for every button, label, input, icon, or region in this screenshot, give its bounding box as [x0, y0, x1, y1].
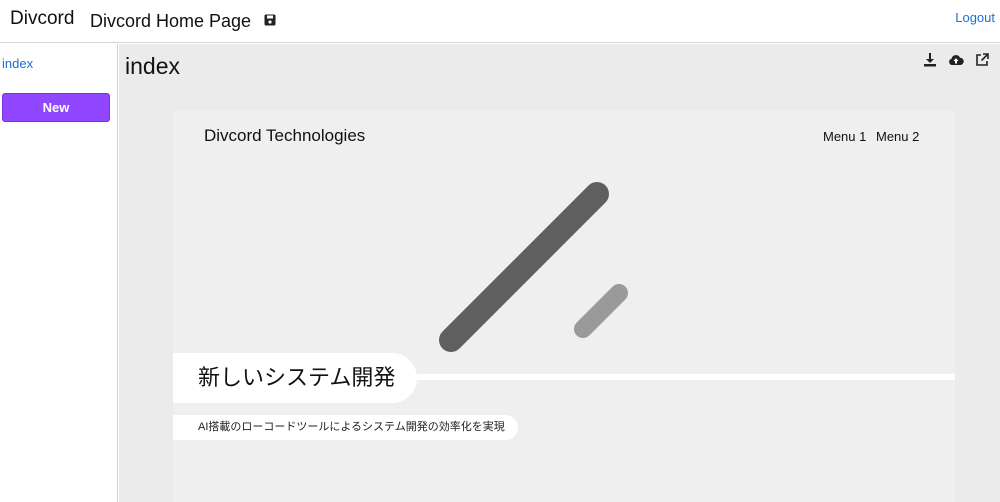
external-link-icon[interactable]	[974, 52, 990, 68]
sidebar: index New	[0, 44, 118, 502]
hero-illustration	[439, 182, 628, 352]
editor-canvas: index Divcord Technologies Menu 1 Menu 2…	[119, 44, 1000, 502]
logout-link[interactable]: Logout	[955, 10, 995, 25]
hero-title: 新しいシステム開発	[173, 353, 418, 403]
download-icon[interactable]	[922, 52, 938, 68]
page-preview[interactable]: Divcord Technologies Menu 1 Menu 2 新しいシス…	[173, 110, 955, 502]
sidebar-item-index[interactable]: index	[2, 56, 33, 71]
new-page-button[interactable]: New	[2, 93, 110, 122]
preview-menu-item-2[interactable]: Menu 2	[876, 129, 919, 144]
cloud-upload-icon[interactable]	[948, 52, 964, 68]
hero-subtitle: AI搭載のローコードツールによるシステム開発の効率化を実現	[173, 415, 518, 440]
app-brand: Divcord	[10, 8, 75, 29]
top-bar: Divcord Divcord Home Page Logout	[0, 0, 1000, 43]
preview-menu-item-1[interactable]: Menu 1	[823, 129, 866, 144]
save-icon[interactable]	[264, 13, 276, 26]
page-title: Divcord Home Page	[90, 11, 252, 31]
document-title: index	[125, 53, 180, 79]
preview-brand: Divcord Technologies	[204, 126, 366, 145]
